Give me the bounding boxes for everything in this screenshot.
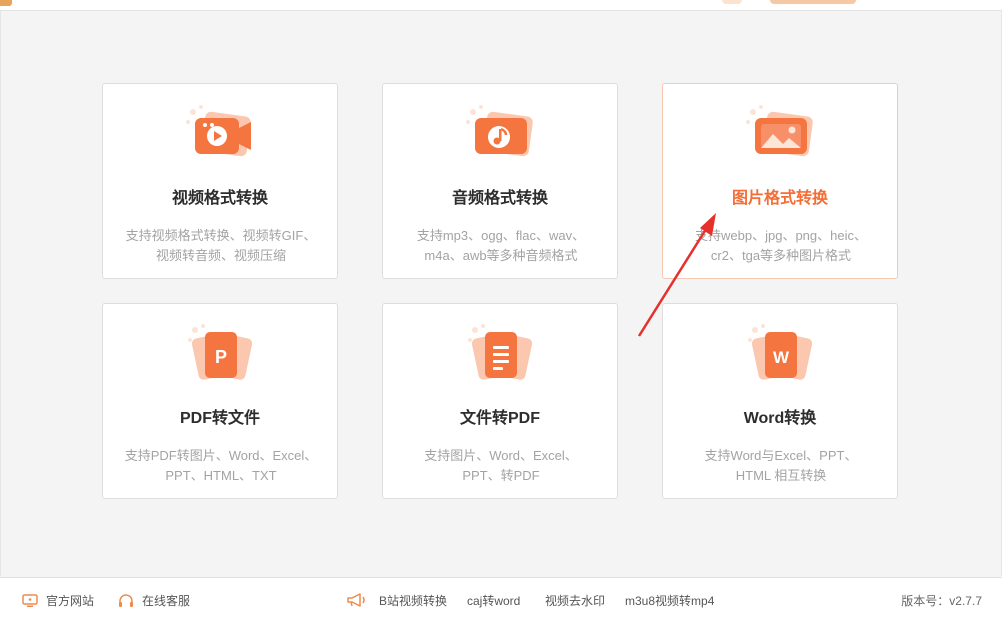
audio-convert-card[interactable]: 音频格式转换 支持mp3、ogg、flac、wav、 m4a、awb等多种音频格式 <box>382 83 618 279</box>
document-icon <box>468 324 533 380</box>
word-icon: W <box>748 324 813 380</box>
card-title: 音频格式转换 <box>451 190 548 207</box>
title-bar <box>0 0 1002 11</box>
svg-text:W: W <box>773 348 790 367</box>
promo-link-watermark[interactable]: 视频去水印 <box>545 592 605 609</box>
card-title: 图片格式转换 <box>731 190 828 207</box>
card-title: Word转换 <box>743 410 817 427</box>
megaphone-icon <box>347 593 365 607</box>
video-icon <box>186 105 251 157</box>
app-logo <box>0 0 12 6</box>
status-bar: 官方网站 在线客服 B站视频转换 caj转word 视频去水印 m3u8视频转m… <box>0 577 1002 619</box>
website-label: 官方网站 <box>46 594 95 608</box>
music-icon <box>466 105 533 157</box>
card-title: 视频格式转换 <box>171 190 268 207</box>
card-title: 文件转PDF <box>459 410 540 427</box>
card-description: 支持mp3、ogg、flac、wav、 m4a、awb等多种音频格式 <box>416 228 586 263</box>
version-label: 版本号：v2.7.7 <box>901 594 982 608</box>
user-avatar[interactable] <box>722 0 742 4</box>
card-description: 支持PDF转图片、Word、Excel、 PPT、HTML、TXT <box>124 448 318 483</box>
pdf-to-file-card[interactable]: P PDF转文件 支持PDF转图片、Word、Excel、 PPT、HTML、TX… <box>102 303 338 499</box>
image-convert-card[interactable]: 图片格式转换 支持webp、jpg、png、heic、 cr2、tga等多种图片格… <box>662 83 898 279</box>
official-website-link[interactable]: 官方网站 <box>22 592 94 609</box>
card-description: 支持视频格式转换、视频转GIF、 视频转音频、视频压缩 <box>125 228 317 263</box>
image-icon <box>746 105 813 157</box>
video-convert-card[interactable]: 视频格式转换 支持视频格式转换、视频转GIF、 视频转音频、视频压缩 <box>102 83 338 279</box>
pdf-icon: P <box>188 324 253 380</box>
online-service-link[interactable]: 在线客服 <box>118 592 190 609</box>
card-description: 支持Word与Excel、PPT、 HTML 相互转换 <box>704 448 858 483</box>
headset-icon <box>119 593 133 607</box>
promo-links <box>346 592 376 608</box>
monitor-icon <box>22 593 38 607</box>
svg-text:P: P <box>215 347 227 367</box>
card-description: 支持图片、Word、Excel、 PPT、转PDF <box>424 448 578 483</box>
promo-link-m3u8[interactable]: m3u8视频转mp4 <box>625 592 714 609</box>
service-label: 在线客服 <box>142 594 191 608</box>
word-convert-card[interactable]: W Word转换 支持Word与Excel、PPT、 HTML 相互转换 <box>662 303 898 499</box>
file-to-pdf-card[interactable]: 文件转PDF 支持图片、Word、Excel、 PPT、转PDF <box>382 303 618 499</box>
vip-button[interactable] <box>770 0 856 4</box>
card-title: PDF转文件 <box>179 410 260 427</box>
card-description: 支持webp、jpg、png、heic、 cr2、tga等多种图片格式 <box>695 228 867 263</box>
main-panel: 视频格式转换 支持视频格式转换、视频转GIF、 视频转音频、视频压缩 音频格式转换… <box>0 11 1002 576</box>
promo-link-bilibili[interactable]: B站视频转换 <box>379 592 447 609</box>
promo-link-caj[interactable]: caj转word <box>467 592 520 609</box>
